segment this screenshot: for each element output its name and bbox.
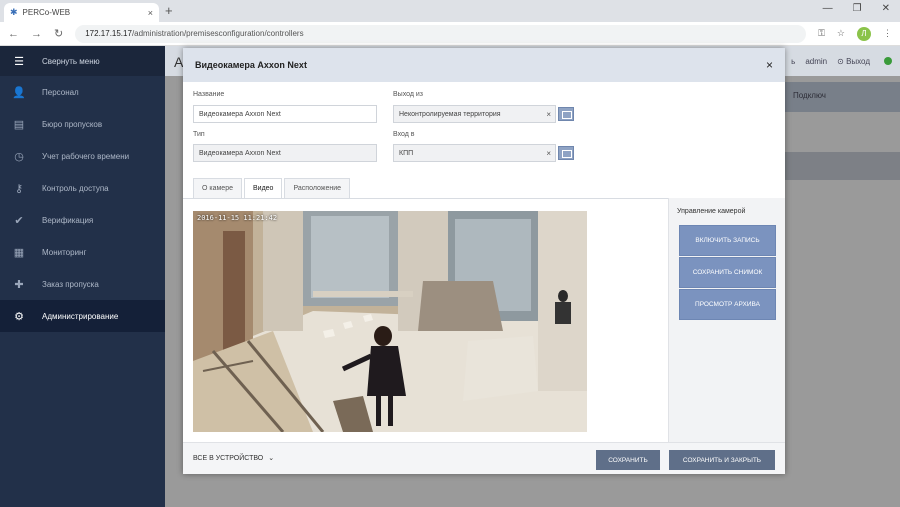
save-and-close-button[interactable]: СОХРАНИТЬ И ЗАКРЫТЬ [669, 450, 775, 470]
window-controls: — ❐ ✕ [823, 3, 890, 14]
camera-modal: Видеокамера Axxon Next × Название Видеок… [183, 48, 785, 474]
collapse-menu-label: Свернуть меню [42, 56, 100, 66]
collapse-menu[interactable]: ☰ Свернуть меню [0, 46, 165, 76]
exit-from-value: Неконтролируемая территория [399, 110, 501, 118]
star-icon[interactable]: ☆ [837, 28, 845, 39]
sidebar-item-administration[interactable]: ⚙ Администрирование [0, 300, 165, 332]
sidebar-item-label: Верификация [42, 215, 94, 225]
pass-order-icon: ✚ [14, 278, 24, 291]
camera-video-feed[interactable]: 2016-11-15 11:21:42 [193, 211, 587, 432]
name-label: Название [193, 91, 225, 98]
view-archive-button[interactable]: ПРОСМОТР АРХИВА [679, 289, 776, 320]
app-sidebar: ☰ Свернуть меню 👤 Персонал ▤ Бюро пропус… [0, 46, 165, 507]
menu-dots-icon[interactable]: ⋮ [883, 28, 892, 39]
modal-tabs: О камере Видео Расположение [193, 178, 351, 198]
tab-close-icon[interactable]: × [148, 8, 153, 18]
sidebar-item-monitoring[interactable]: ▦ Мониторинг [0, 236, 165, 268]
modal-title: Видеокамера Axxon Next [195, 60, 307, 70]
url-path: /administration/premisesconfiguration/co… [131, 29, 304, 38]
all-to-device-label: ВСЕ В УСТРОЙСТВО [193, 454, 264, 462]
key-icon[interactable]: ⚿ [818, 28, 825, 39]
sidebar-item-time-tracking[interactable]: ◷ Учет рабочего времени [0, 140, 165, 172]
browser-tab-title: PERCo-WEB [22, 8, 71, 17]
all-to-device-dropdown[interactable]: ВСЕ В УСТРОЙСТВО ⌄ [193, 454, 275, 463]
tab-location[interactable]: Расположение [284, 178, 351, 198]
person-icon: 👤 [12, 86, 26, 99]
camera-control-panel: Управление камерой ВКЛЮЧИТЬ ЗАПИСЬ СОХРА… [668, 198, 785, 444]
sidebar-item-label: Администрирование [42, 311, 119, 321]
type-field: Видеокамера Axxon Next [193, 144, 377, 162]
gear-icon: ⚙ [14, 310, 24, 323]
exit-from-select-button[interactable] [558, 107, 574, 121]
badge-office-icon: ▤ [13, 118, 25, 131]
perco-logo-icon: ✱ [10, 7, 18, 17]
browser-tab-bar: ✱ PERCo-WEB × + — ❐ ✕ [0, 0, 900, 22]
start-recording-button[interactable]: ВКЛЮЧИТЬ ЗАПИСЬ [679, 225, 776, 256]
save-snapshot-button[interactable]: СОХРАНИТЬ СНИМОК [679, 257, 776, 288]
sidebar-item-label: Бюро пропусков [42, 119, 103, 129]
exit-from-label: Выход из [393, 91, 424, 98]
close-icon[interactable]: × [766, 58, 773, 72]
window-close-icon[interactable]: ✕ [882, 3, 890, 14]
user-area: ь admin ⊙ Выход [791, 57, 870, 66]
user-login: admin [805, 57, 828, 66]
save-button[interactable]: СОХРАНИТЬ [596, 450, 660, 470]
exit-from-field[interactable]: Неконтролируемая территория × [393, 105, 556, 123]
url-host: 172.17.15.17 [85, 29, 132, 38]
page-title: А [174, 54, 184, 70]
entry-to-select-button[interactable] [558, 146, 574, 160]
modal-header: Видеокамера Axxon Next × [183, 48, 785, 82]
entry-to-field[interactable]: КПП × [393, 144, 556, 162]
sidebar-item-access-control[interactable]: ⚷ Контроль доступа [0, 172, 165, 204]
address-bar: ← → ↻ 172.17.15.17 /administration/premi… [0, 22, 900, 46]
logout-label: Выход [846, 57, 870, 66]
camera-control-title: Управление камерой [677, 208, 746, 215]
status-indicator [884, 57, 892, 65]
browser-tab[interactable]: ✱ PERCo-WEB × [4, 3, 159, 22]
sidebar-item-label: Учет рабочего времени [42, 151, 130, 161]
back-icon[interactable]: ← [8, 28, 19, 40]
clear-exit-from-icon[interactable]: × [546, 110, 551, 119]
type-label: Тип [193, 131, 205, 138]
url-field[interactable]: 172.17.15.17 /administration/premisescon… [75, 24, 807, 43]
sidebar-item-label: Заказ пропуска [42, 279, 99, 289]
sidebar-item-label: Персонал [42, 87, 79, 97]
monitoring-icon: ▦ [13, 246, 25, 259]
profile-avatar[interactable]: Л [857, 26, 871, 41]
sidebar-item-label: Мониторинг [42, 247, 87, 257]
entry-to-label: Вход в [393, 131, 415, 138]
minimize-icon[interactable]: — [823, 3, 833, 14]
clear-entry-to-icon[interactable]: × [546, 149, 551, 158]
time-tracking-icon: ◷ [14, 150, 24, 163]
sidebar-item-pass-order[interactable]: ✚ Заказ пропуска [0, 268, 165, 300]
chevron-down-icon: ⌄ [268, 455, 275, 462]
tab-video[interactable]: Видео [244, 178, 283, 198]
reload-icon[interactable]: ↻ [54, 27, 63, 40]
logout-link[interactable]: ⊙ Выход [837, 57, 870, 66]
maximize-icon[interactable]: ❐ [853, 3, 862, 14]
hamburger-icon: ☰ [14, 55, 24, 68]
name-field[interactable]: Видеокамера Axxon Next [193, 105, 377, 123]
sidebar-item-verification[interactable]: ✔ Верификация [0, 204, 165, 236]
sidebar-item-pass-office[interactable]: ▤ Бюро пропусков [0, 108, 165, 140]
modal-footer: ВСЕ В УСТРОЙСТВО ⌄ СОХРАНИТЬ СОХРАНИТЬ И… [183, 442, 785, 474]
tab-about-camera[interactable]: О камере [193, 178, 242, 198]
sidebar-item-personnel[interactable]: 👤 Персонал [0, 76, 165, 108]
lobby-scene-image [193, 211, 587, 432]
forward-icon[interactable]: → [31, 28, 42, 40]
video-timestamp: 2016-11-15 11:21:42 [197, 214, 278, 222]
verification-icon: ✔ [14, 214, 24, 227]
sidebar-item-label: Контроль доступа [42, 183, 109, 193]
partial-text: ь [791, 57, 796, 66]
entry-to-value: КПП [399, 149, 414, 157]
key-icon: ⚷ [14, 182, 24, 195]
new-tab-button[interactable]: + [165, 3, 173, 18]
